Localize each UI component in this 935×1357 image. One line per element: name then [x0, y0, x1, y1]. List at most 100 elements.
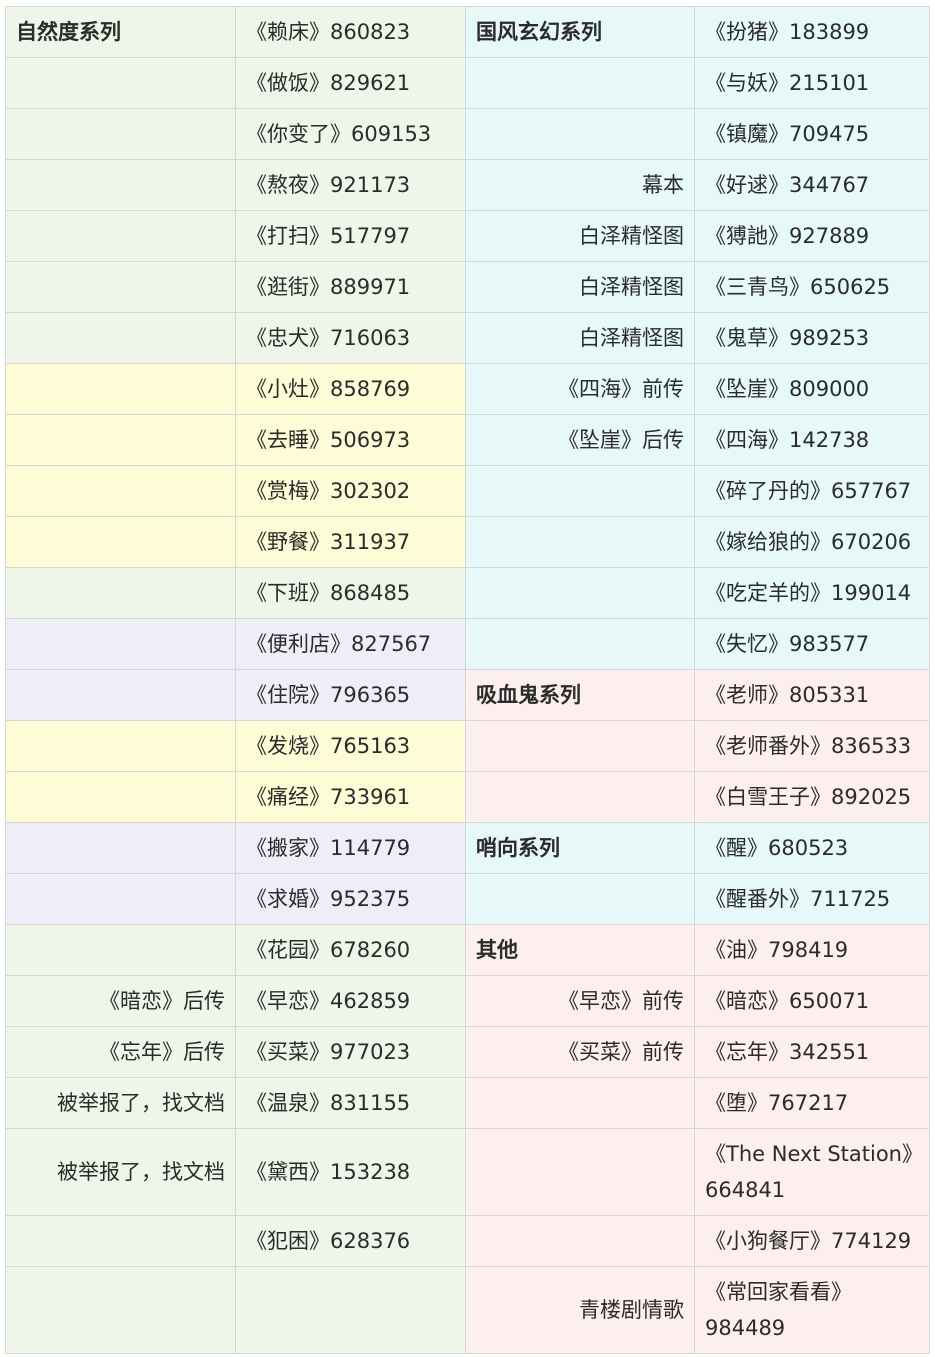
work-entry: 《下班》868485: [235, 567, 466, 619]
work-entry: 《小灶》858769: [235, 363, 466, 415]
table-cell: [5, 159, 236, 211]
annotation-note: 《暗恋》后传: [5, 975, 236, 1027]
work-entry: 《嫁给狼的》670206: [694, 516, 930, 568]
work-entry: 《老师番外》836533: [694, 720, 930, 772]
work-entry: 《油》798419: [694, 924, 930, 976]
work-entry: 《吃定羊的》199014: [694, 567, 930, 619]
work-entry: 《做饭》829621: [235, 57, 466, 109]
table-cell: [5, 414, 236, 466]
table-row: 《赏梅》302302 《碎了丹的》657767: [5, 465, 930, 517]
work-entry: 《温泉》831155: [235, 1077, 466, 1129]
table-cell: [5, 618, 236, 670]
table-row: 被举报了，找文档 《黛西》153238 《The Next Station》6648…: [5, 1128, 930, 1216]
table-row: 《便利店》827567 《失忆》983577: [5, 618, 930, 670]
work-entry: 《买菜》977023: [235, 1026, 466, 1078]
work-entry: 《鬼草》989253: [694, 312, 930, 364]
table-cell: [465, 57, 695, 109]
work-entry: 《便利店》827567: [235, 618, 466, 670]
annotation-note: 《坠崖》后传: [465, 414, 695, 466]
work-entry: 《好逑》344767: [694, 159, 930, 211]
work-entry: 《猼訑》927889: [694, 210, 930, 262]
table-row: 《发烧》765163 《老师番外》836533: [5, 720, 930, 772]
work-entry: 《失忆》983577: [694, 618, 930, 670]
table-cell: [5, 771, 236, 823]
annotation-note: 白泽精怪图: [465, 261, 695, 313]
work-entry: 《暗恋》650071: [694, 975, 930, 1027]
table-row: 《你变了》609153 《镇魔》709475: [5, 108, 930, 160]
annotation-note: 青楼剧情歌: [465, 1266, 695, 1354]
series-heading: 其他: [465, 924, 695, 976]
table-cell: [5, 669, 236, 721]
work-entry: 《常回家看看》984489: [694, 1266, 930, 1354]
table-cell: [465, 108, 695, 160]
work-entry: 《去睡》506973: [235, 414, 466, 466]
work-entry: 《求婚》952375: [235, 873, 466, 925]
work-entry: 《三青鸟》650625: [694, 261, 930, 313]
series-heading: 哨向系列: [465, 822, 695, 874]
table-cell: [5, 363, 236, 415]
annotation-note: 白泽精怪图: [465, 210, 695, 262]
table-cell: [5, 873, 236, 925]
table-cell: [5, 924, 236, 976]
table-cell: [5, 465, 236, 517]
table-row: 《做饭》829621 《与妖》215101: [5, 57, 930, 109]
table-cell: [5, 1266, 236, 1354]
table-row: 《熬夜》921173 幕本 《好逑》344767: [5, 159, 930, 211]
table-row: 《痛经》733961 《白雪王子》892025: [5, 771, 930, 823]
work-entry: 《赖床》860823: [235, 6, 466, 58]
table-cell: [465, 720, 695, 772]
table-row: 自然度系列 《赖床》860823 国风玄幻系列 《扮猪》183899: [5, 6, 930, 58]
work-entry: 《搬家》114779: [235, 822, 466, 874]
table-row: 《犯困》628376 《小狗餐厅》774129: [5, 1215, 930, 1267]
work-entry: 《镇魔》709475: [694, 108, 930, 160]
annotation-note: 白泽精怪图: [465, 312, 695, 364]
work-entry: 《熬夜》921173: [235, 159, 466, 211]
work-entry: 《小狗餐厅》774129: [694, 1215, 930, 1267]
work-entry: [235, 1266, 466, 1354]
table-row: 《小灶》858769 《四海》前传 《坠崖》809000: [5, 363, 930, 415]
table-cell: [465, 873, 695, 925]
catalog-table: 自然度系列 《赖床》860823 国风玄幻系列 《扮猪》183899 《做饭》82962…: [5, 6, 930, 1354]
table-cell: [5, 822, 236, 874]
work-entry: 《住院》796365: [235, 669, 466, 721]
table-cell: [5, 108, 236, 160]
table-row: 《忘年》后传 《买菜》977023 《买菜》前传 《忘年》342551: [5, 1026, 930, 1078]
work-entry: 《发烧》765163: [235, 720, 466, 772]
annotation-note: 被举报了，找文档: [5, 1128, 236, 1216]
work-entry: 《碎了丹的》657767: [694, 465, 930, 517]
work-entry: 《The Next Station》664841: [694, 1128, 930, 1216]
table-row: 《住院》796365 吸血鬼系列 《老师》805331: [5, 669, 930, 721]
work-entry: 《扮猪》183899: [694, 6, 930, 58]
work-entry: 《黛西》153238: [235, 1128, 466, 1216]
table-row: 《去睡》506973 《坠崖》后传 《四海》142738: [5, 414, 930, 466]
series-heading: 自然度系列: [5, 6, 236, 58]
work-entry: 《早恋》462859: [235, 975, 466, 1027]
table-row: 《下班》868485 《吃定羊的》199014: [5, 567, 930, 619]
table-row: 《野餐》311937 《嫁给狼的》670206: [5, 516, 930, 568]
table-row: 《忠犬》716063 白泽精怪图 《鬼草》989253: [5, 312, 930, 364]
table-cell: [465, 771, 695, 823]
table-cell: [465, 618, 695, 670]
table-cell: [5, 261, 236, 313]
work-entry: 《忘年》342551: [694, 1026, 930, 1078]
work-entry: 《四海》142738: [694, 414, 930, 466]
catalog-table-body: 自然度系列 《赖床》860823 国风玄幻系列 《扮猪》183899 《做饭》82962…: [5, 6, 930, 1354]
annotation-note: 《买菜》前传: [465, 1026, 695, 1078]
table-row: 《搬家》114779 哨向系列 《醒》680523: [5, 822, 930, 874]
table-cell: [465, 1077, 695, 1129]
work-entry: 《打扫》517797: [235, 210, 466, 262]
table-cell: [465, 1128, 695, 1216]
work-entry: 《白雪王子》892025: [694, 771, 930, 823]
table-cell: [465, 1215, 695, 1267]
work-entry: 《赏梅》302302: [235, 465, 466, 517]
table-row: 《暗恋》后传 《早恋》462859 《早恋》前传 《暗恋》650071: [5, 975, 930, 1027]
table-row: 《打扫》517797 白泽精怪图 《猼訑》927889: [5, 210, 930, 262]
table-cell: [5, 720, 236, 772]
table-row: 《花园》678260 其他 《油》798419: [5, 924, 930, 976]
table-cell: [5, 57, 236, 109]
table-cell: [5, 567, 236, 619]
table-cell: [465, 567, 695, 619]
work-entry: 《野餐》311937: [235, 516, 466, 568]
work-entry: 《老师》805331: [694, 669, 930, 721]
series-heading: 吸血鬼系列: [465, 669, 695, 721]
